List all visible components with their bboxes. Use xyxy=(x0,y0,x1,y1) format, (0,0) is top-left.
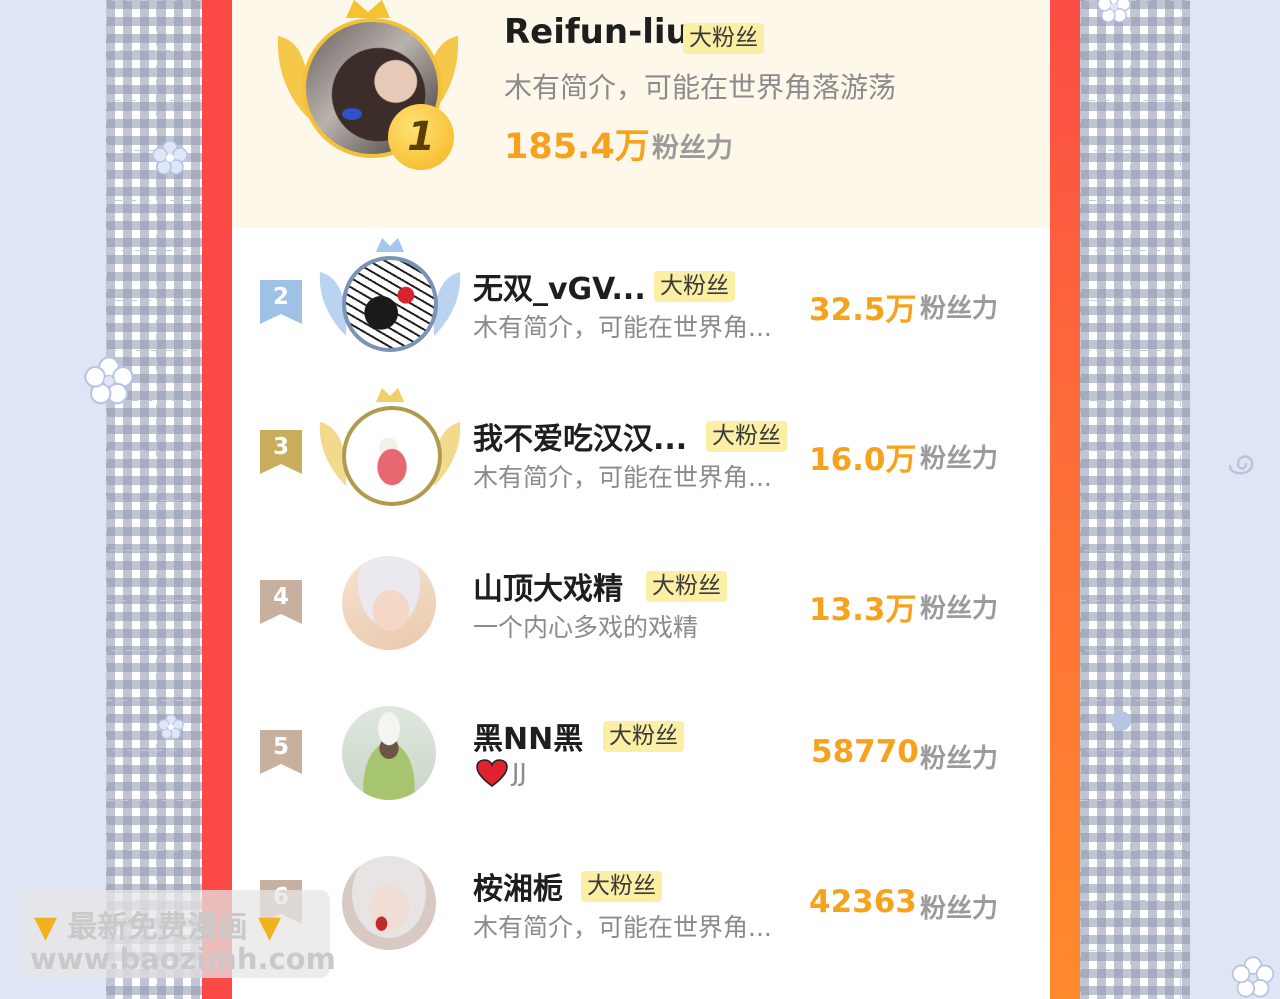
pointing-down-icon: ▼ xyxy=(34,910,58,945)
user-intro: JJ xyxy=(512,758,527,787)
user-score: 42363 xyxy=(809,884,917,920)
user-score-unit: 粉丝力 xyxy=(920,894,999,924)
user-avatar[interactable] xyxy=(342,256,438,352)
user-score: 32.5万 xyxy=(809,292,917,328)
site-watermark: ▼ 最新免费漫画 ▼ www.baozimh.com xyxy=(20,890,336,978)
rank-row[interactable]: 4 山顶大戏精 大粉丝 一个内心多戏的戏精 13.3万 粉丝力 xyxy=(232,528,1050,678)
flower-decoration-icon xyxy=(84,356,134,405)
user-name[interactable]: 黑NN黑 xyxy=(473,714,583,758)
rank-1-number: 1 xyxy=(407,114,435,160)
flower-decoration-icon xyxy=(1097,0,1131,23)
user-score-unit: 粉丝力 xyxy=(920,294,999,324)
user-badge: 大粉丝 xyxy=(581,871,662,902)
user-intro: 木有简介，可能在世界角... xyxy=(473,313,772,342)
top-user-badge: 大粉丝 xyxy=(683,23,764,54)
user-name[interactable]: 桉湘栀 xyxy=(473,864,563,908)
flower-decoration-icon xyxy=(158,714,184,740)
right-grid-panel xyxy=(1080,0,1190,999)
fan-leaderboard: 1 Reifun-liu 大粉丝 木有简介，可能在世界角落游荡 185.4万 粉… xyxy=(232,0,1050,999)
pointing-down-icon: ▼ xyxy=(257,910,282,945)
watermark-line-2: www.baozimh.com xyxy=(30,942,336,976)
user-avatar[interactable] xyxy=(342,856,436,950)
rank-row[interactable]: 3 我不爱吃汉汉... 大粉丝 木有简介，可能在世界角... 16.0万 粉丝力 xyxy=(232,378,1050,528)
frame-right-border xyxy=(1050,0,1080,999)
rank-row[interactable]: 2 无双_vGV... 大粉丝 木有简介，可能在世界角... 32.5万 粉丝力 xyxy=(232,228,1050,378)
rank-number: 3 xyxy=(272,434,289,460)
user-avatar[interactable] xyxy=(342,706,436,800)
rank-number: 4 xyxy=(272,584,289,610)
user-badge: 大粉丝 xyxy=(654,271,735,302)
user-score: 58770 xyxy=(811,734,919,770)
top-user-score-unit: 粉丝力 xyxy=(652,133,733,164)
avatar-detail xyxy=(342,108,362,120)
user-score-unit: 粉丝力 xyxy=(920,594,999,624)
watermark-text: 最新免费漫画 xyxy=(67,910,248,945)
user-intro: 一个内心多戏的戏精 xyxy=(473,613,699,642)
user-score: 16.0万 xyxy=(809,442,917,478)
user-name[interactable]: 山顶大戏精 xyxy=(473,564,623,608)
user-name[interactable]: 无双_vGV... xyxy=(473,264,646,308)
user-score-unit: 粉丝力 xyxy=(920,444,999,474)
dot-decoration-icon xyxy=(1111,711,1131,731)
user-badge: 大粉丝 xyxy=(646,571,727,602)
top-user-score: 185.4万 xyxy=(504,127,650,167)
rank-1-card[interactable]: 1 Reifun-liu 大粉丝 木有简介，可能在世界角落游荡 185.4万 粉… xyxy=(232,0,1050,228)
user-score: 13.3万 xyxy=(809,592,917,628)
user-avatar[interactable] xyxy=(342,406,442,506)
watermark-line-1: ▼ 最新免费漫画 ▼ xyxy=(34,902,281,946)
top-user-name[interactable]: Reifun-liu xyxy=(504,12,690,52)
rank-number: 5 xyxy=(272,734,289,760)
swirl-decoration-icon xyxy=(1228,455,1254,475)
heart-icon xyxy=(476,759,508,787)
flower-decoration-icon xyxy=(152,140,188,175)
rank-row[interactable]: 5 黑NN黑 大粉丝 JJ 58770 粉丝力 xyxy=(232,678,1050,828)
user-avatar[interactable] xyxy=(342,556,436,650)
user-name[interactable]: 我不爱吃汉汉... xyxy=(473,414,687,458)
user-badge: 大粉丝 xyxy=(603,721,684,752)
rank-row[interactable]: 6 桉湘栀 大粉丝 木有简介，可能在世界角... 42363 粉丝力 xyxy=(232,828,1050,999)
rank-1-medal: 1 xyxy=(388,104,454,170)
user-intro: 木有简介，可能在世界角... xyxy=(473,913,772,942)
frame-left-border xyxy=(202,0,232,999)
rank-number: 2 xyxy=(272,284,289,310)
flower-decoration-icon xyxy=(1231,956,1275,998)
top-user-intro: 木有简介，可能在世界角落游荡 xyxy=(504,71,897,104)
user-intro: 木有简介，可能在世界角... xyxy=(473,463,772,492)
user-score-unit: 粉丝力 xyxy=(920,744,999,774)
user-badge: 大粉丝 xyxy=(706,421,787,452)
